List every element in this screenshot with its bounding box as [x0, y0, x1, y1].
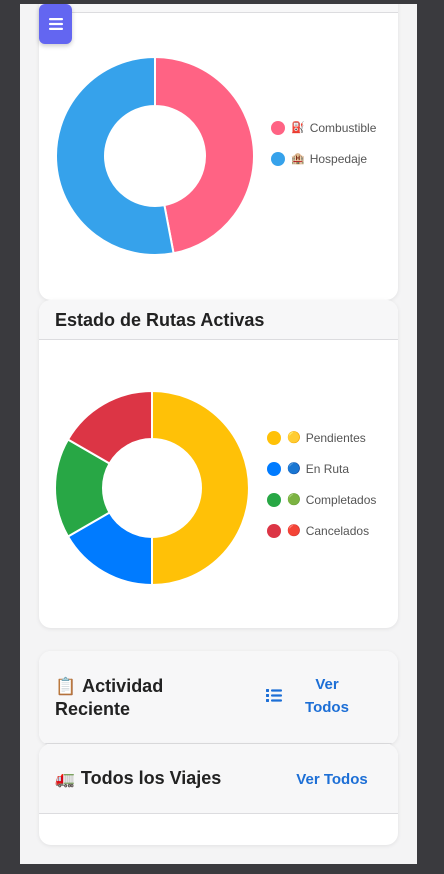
actividad-title-line1: Actividad [82, 676, 164, 696]
legend-swatch [267, 461, 281, 476]
legend-emoji-icon: 🟡 [287, 432, 301, 444]
viajes-title-text: Todos los Viajes [80, 768, 222, 788]
legend-item-combustible[interactable]: ⛽ Combustible [271, 112, 376, 143]
actividad-title-line2: Reciente [55, 699, 131, 719]
legend-item-en-ruta[interactable]: 🔵 En Ruta [267, 453, 376, 484]
clipboard-icon: 📋 [55, 677, 77, 696]
slice-hospedaje[interactable] [55, 55, 175, 256]
legend-label: Completados [305, 492, 377, 507]
legend-label: Pendientes [305, 430, 366, 445]
legend-swatch [271, 120, 285, 135]
actividad-card-title: 📋 Actividad Reciente [55, 675, 163, 721]
app-viewport: ⛽ Combustible 🏨 Hospedaje Estado de Rutas A… [20, 4, 417, 864]
legend-swatch [267, 492, 281, 507]
gastos-chart-card: ⛽ Combustible 🏨 Hospedaje [39, 4, 398, 300]
ver-todos-viajes-button[interactable]: Ver Todos [292, 768, 372, 791]
legend-item-completados[interactable]: 🟢 Completados [267, 484, 376, 515]
legend-item-pendientes[interactable]: 🟡 Pendientes [267, 422, 376, 453]
legend-emoji-icon: 🔴 [287, 525, 301, 537]
slice-pendientes[interactable] [151, 389, 250, 587]
rutas-chart-card: Estado de Rutas Activas 🟡 Pendientes 🔵 En R… [39, 300, 398, 628]
legend-emoji-icon: 🏨 [291, 153, 305, 165]
viajes-card-title: 🚛 Todos los Viajes [55, 768, 221, 789]
menu-button[interactable] [39, 4, 72, 44]
legend-swatch [267, 430, 281, 445]
slice-combustible[interactable] [154, 55, 255, 255]
actividad-card: 📋 Actividad Reciente Ver Todos [39, 651, 398, 745]
rutas-legend: 🟡 Pendientes 🔵 En Ruta 🟢 Completados 🔴 Cancelad… [267, 422, 376, 546]
gastos-legend: ⛽ Combustible 🏨 Hospedaje [271, 112, 376, 174]
list-icon [266, 689, 282, 702]
ver-todos-actividad-line2: Todos [305, 699, 349, 716]
legend-emoji-icon: ⛽ [291, 122, 305, 134]
viajes-card-header: 🚛 Todos los Viajes Ver Todos [39, 744, 398, 814]
legend-label: En Ruta [305, 461, 350, 476]
legend-swatch [267, 523, 281, 538]
hamburger-icon [48, 18, 63, 30]
ver-todos-actividad-line1: Ver [315, 676, 339, 693]
legend-item-cancelados[interactable]: 🔴 Cancelados [267, 515, 376, 546]
legend-label: Cancelados [305, 523, 370, 538]
legend-label: Combustible [309, 120, 377, 135]
viajes-card: 🚛 Todos los Viajes Ver Todos [39, 744, 398, 845]
legend-emoji-icon: 🟢 [287, 494, 301, 506]
ver-todos-actividad-button[interactable]: Ver Todos [295, 673, 359, 719]
actividad-card-header: 📋 Actividad Reciente Ver Todos [39, 651, 398, 744]
truck-icon: 🚛 [55, 771, 75, 788]
legend-label: Hospedaje [309, 151, 368, 166]
legend-item-hospedaje[interactable]: 🏨 Hospedaje [271, 143, 376, 174]
legend-swatch [271, 151, 285, 166]
legend-emoji-icon: 🔵 [287, 463, 301, 475]
